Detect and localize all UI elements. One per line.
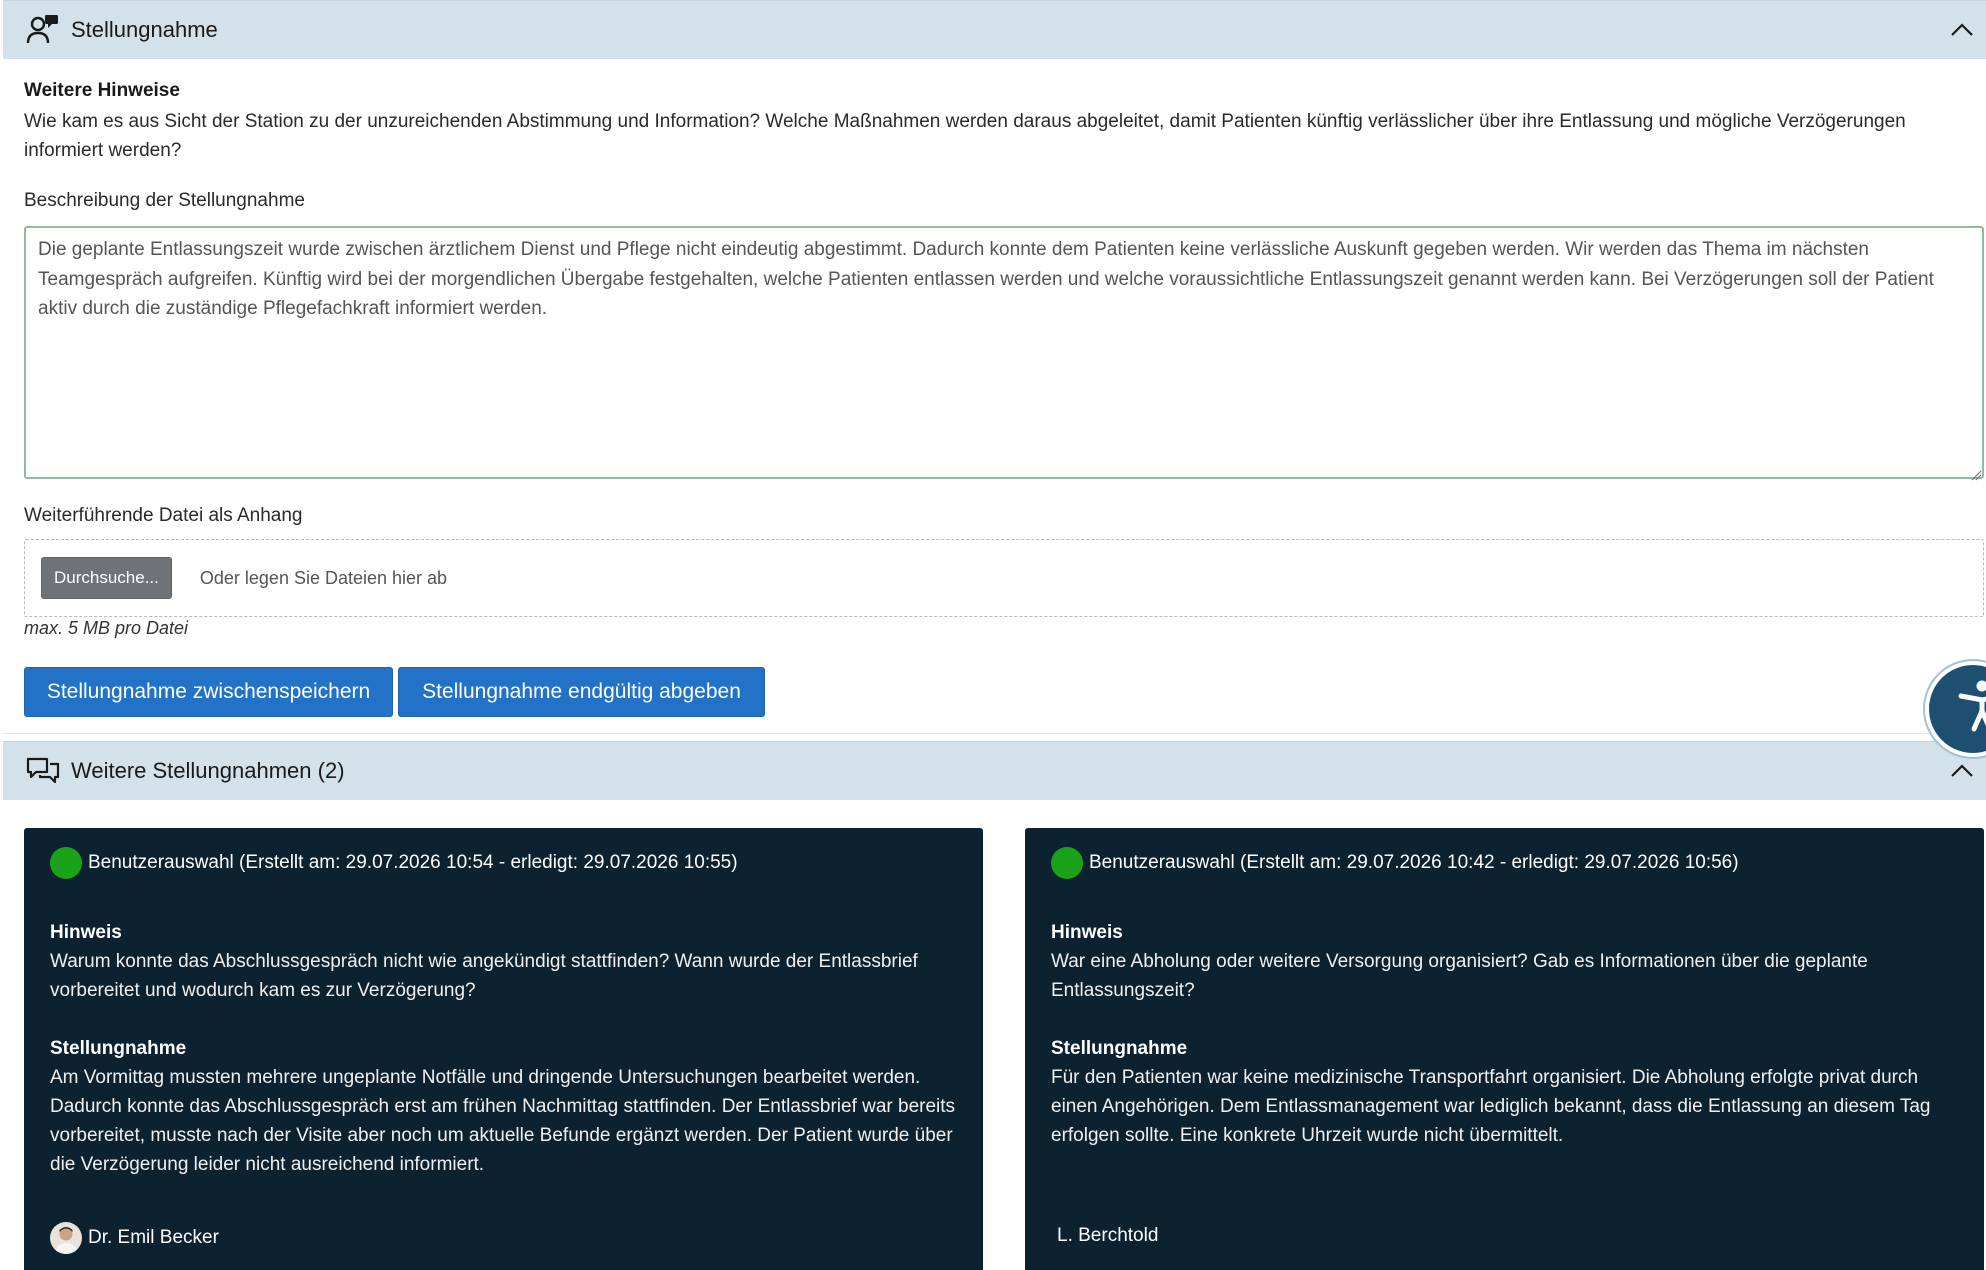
statement-text: Am Vormittag mussten mehrere ungeplante … xyxy=(50,1067,956,1175)
hint-text: Warum konnte das Abschlussgespräch nicht… xyxy=(50,951,918,1001)
card-header: Benutzerauswahl (Erstellt am: 29.07.2026… xyxy=(1089,852,1739,873)
section-divider xyxy=(3,733,1986,734)
file-dropzone[interactable]: Durchsuche... Oder legen Sie Dateien hie… xyxy=(24,539,1984,617)
weitere-stellungnahmen-panel-header[interactable]: Weitere Stellungnahmen (2) xyxy=(3,741,1986,800)
description-textarea[interactable] xyxy=(24,226,1984,479)
hinweise-text: Wie kam es aus Sicht der Station zu der … xyxy=(24,111,1906,161)
attachment-label: Weiterführende Datei als Anhang xyxy=(24,505,303,526)
statement-label: Stellungnahme xyxy=(1051,1038,1188,1059)
description-label: Beschreibung der Stellungnahme xyxy=(24,190,305,211)
max-size-hint: max. 5 MB pro Datei xyxy=(24,618,189,638)
status-done-icon xyxy=(1051,847,1083,879)
drop-hint: Oder legen Sie Dateien hier ab xyxy=(199,567,448,588)
submit-final-button[interactable]: Stellungnahme endgültig abgeben xyxy=(398,667,765,717)
statement-label: Stellungnahme xyxy=(50,1038,187,1059)
resize-grip-icon[interactable] xyxy=(1970,464,1982,481)
statement-text: Für den Patienten war keine medizinische… xyxy=(1051,1067,1931,1146)
hint-text: War eine Abholung oder weitere Versorgun… xyxy=(1051,951,1868,1001)
browse-button[interactable]: Durchsuche... xyxy=(41,557,172,599)
author-name: Dr. Emil Becker xyxy=(88,1227,219,1248)
hint-label: Hinweis xyxy=(1051,922,1123,943)
stellungnahme-panel-header[interactable]: Stellungnahme xyxy=(3,0,1986,59)
panel-title: Weitere Stellungnahmen (2) xyxy=(71,758,345,783)
accessibility-icon xyxy=(1957,679,1986,739)
card-author: L. Berchtold xyxy=(1057,1225,1158,1247)
person-comment-icon xyxy=(25,12,61,48)
avatar xyxy=(50,1222,82,1254)
chat-bubbles-icon xyxy=(25,753,61,789)
chevron-up-icon[interactable] xyxy=(1948,16,1976,44)
card-author: Dr. Emil Becker xyxy=(50,1222,219,1254)
hinweise-label: Weitere Hinweise xyxy=(24,80,180,101)
card-header: Benutzerauswahl (Erstellt am: 29.07.2026… xyxy=(88,852,738,873)
save-draft-button[interactable]: Stellungnahme zwischenspeichern xyxy=(24,667,393,717)
author-name: L. Berchtold xyxy=(1057,1225,1159,1246)
status-done-icon xyxy=(50,847,82,879)
hint-label: Hinweis xyxy=(50,922,122,943)
chevron-up-icon[interactable] xyxy=(1948,757,1976,785)
statement-card: Benutzerauswahl (Erstellt am: 29.07.2026… xyxy=(24,828,983,1270)
panel-title: Stellungnahme xyxy=(71,17,218,42)
statement-card: Benutzerauswahl (Erstellt am: 29.07.2026… xyxy=(1025,828,1984,1270)
